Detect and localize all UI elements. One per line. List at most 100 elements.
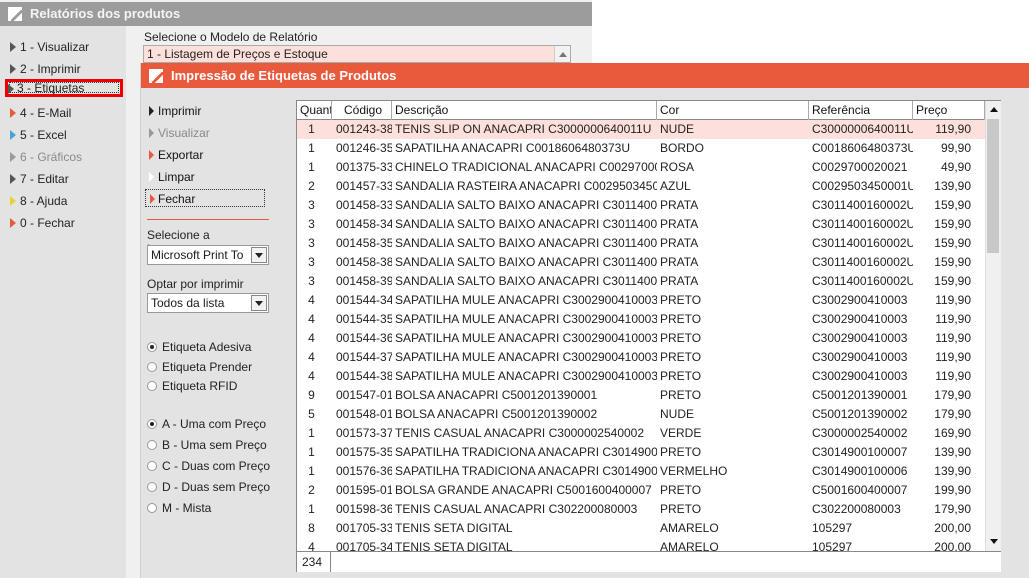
table-row[interactable]: 4 001544-34 SAPATILHA MULE ANACAPRI C30029… — [297, 291, 985, 310]
column-header[interactable]: Descrição — [392, 101, 657, 120]
table-row[interactable]: 1 001573-37 TENIS CASUAL ANACAPRI C3000002… — [297, 424, 985, 443]
table-row[interactable]: 1 001246-35 SAPATILHA ANACAPRI C0018606480… — [297, 139, 985, 158]
table-row[interactable]: 4 001705-34 TENIS SETA DIGITAL AMARELO 10529… — [297, 538, 985, 551]
table-cell: 139,90 — [934, 464, 971, 478]
chevron-down-icon[interactable] — [251, 295, 267, 311]
table-cell: TENIS CASUAL ANACAPRI C302200080003 — [395, 502, 638, 516]
nav-item[interactable]: 6 - Gráficos — [8, 148, 122, 166]
table-cell: SANDALIA SALTO BAIXO ANACAPRI C301140016… — [395, 255, 657, 269]
price-mode-radio[interactable]: A - Uma com Preço — [147, 416, 266, 432]
printer-select-value: Microsoft Print To — [151, 248, 244, 262]
table-row[interactable]: 4 001544-38 SAPATILHA MULE ANACAPRI C30029… — [297, 367, 985, 386]
clear-button[interactable]: Limpar — [149, 168, 195, 186]
nav-item[interactable]: 4 - E-Mail — [8, 104, 122, 122]
table-row[interactable]: 2 001457-33 SANDALIA RASTEIRA ANACAPRI C00… — [297, 177, 985, 196]
price-mode-radio[interactable]: M - Mista — [147, 500, 211, 516]
preview-button[interactable]: Visualizar — [149, 124, 210, 142]
table-cell: SAPATILHA MULE ANACAPRI C3002900410003 — [395, 369, 657, 383]
table-cell: 001575-35 — [336, 445, 392, 459]
price-mode-radio[interactable]: C - Duas com Preço — [147, 458, 270, 474]
column-header[interactable]: Cor — [657, 101, 809, 120]
table-row[interactable]: 8 001705-33 TENIS SETA DIGITAL AMARELO 10529… — [297, 519, 985, 538]
table-cell: 1 — [308, 122, 315, 136]
table-cell: 49,90 — [940, 160, 971, 174]
table-row[interactable]: 2 001595-01 BOLSA GRANDE ANACAPRI C5001600… — [297, 481, 985, 500]
nav-item[interactable]: 1 - Visualizar — [8, 38, 122, 56]
nav-item[interactable]: 8 - Ajuda — [8, 192, 122, 210]
label-type-radio[interactable]: Etiqueta Adesiva — [147, 339, 251, 355]
table-cell: 159,90 — [934, 236, 971, 250]
arrow-right-icon — [150, 194, 155, 204]
table-cell: PRETO — [660, 293, 702, 307]
arrow-right-icon — [10, 196, 16, 206]
labels-grid[interactable]: Quant Código Descrição Cor Referência Preço 1… — [296, 100, 1001, 572]
scroll-up-icon[interactable] — [554, 46, 570, 62]
chevron-down-icon[interactable] — [251, 247, 267, 263]
column-header[interactable]: Quant — [297, 101, 332, 120]
table-cell: C0029503450001U — [812, 179, 913, 193]
nav-item-label: 5 - Excel — [20, 128, 67, 142]
model-select[interactable]: 1 - Listagem de Preços e Estoque — [143, 45, 571, 63]
price-mode-radio[interactable]: D - Duas sem Preço — [147, 479, 270, 495]
printer-select[interactable]: Microsoft Print To — [147, 245, 269, 265]
table-row[interactable]: 3 001458-34 SANDALIA SALTO BAIXO ANACAPRI … — [297, 215, 985, 234]
radio-icon — [147, 440, 157, 450]
nav-item[interactable]: 3 - Etiquetas — [5, 79, 123, 97]
column-header[interactable]: Preço — [913, 101, 985, 120]
nav-item-label: 6 - Gráficos — [20, 150, 83, 164]
scroll-up-icon[interactable] — [987, 102, 1000, 118]
nav-item[interactable]: 7 - Editar — [8, 170, 122, 188]
export-button[interactable]: Exportar — [149, 146, 203, 164]
table-cell: C3000000640011U — [812, 122, 913, 136]
table-row[interactable]: 4 001544-36 SAPATILHA MULE ANACAPRI C30029… — [297, 329, 985, 348]
grid-footer: 234 — [297, 551, 1001, 572]
nav-item-label: 0 - Fechar — [20, 216, 75, 230]
model-select-value: 1 - Listagem de Preços e Estoque — [147, 47, 328, 61]
reports-window-title: Relatórios dos produtos — [0, 2, 592, 26]
table-row[interactable]: 3 001458-38 SANDALIA SALTO BAIXO ANACAPRI … — [297, 253, 985, 272]
label-type-radio[interactable]: Etiqueta RFID — [147, 378, 237, 394]
table-cell: SAPATILHA MULE ANACAPRI C3002900410003 — [395, 331, 657, 345]
table-cell: 200,00 — [934, 521, 971, 535]
table-row[interactable]: 4 001544-35 SAPATILHA MULE ANACAPRI C30029… — [297, 310, 985, 329]
table-row[interactable]: 5 001548-01 BOLSA ANACAPRI C5001201390002 N… — [297, 405, 985, 424]
table-cell: 4 — [308, 350, 315, 364]
table-cell: 179,90 — [934, 407, 971, 421]
table-cell: C3014900100007 — [812, 445, 908, 459]
nav-item[interactable]: 0 - Fechar — [8, 214, 122, 232]
table-cell: 2 — [308, 483, 315, 497]
table-row[interactable]: 3 001458-35 SANDALIA SALTO BAIXO ANACAPRI … — [297, 234, 985, 253]
grid-scrollbar[interactable] — [985, 101, 1001, 551]
table-row[interactable]: 3 001458-39 SANDALIA SALTO BAIXO ANACAPRI … — [297, 272, 985, 291]
table-cell: SAPATILHA ANACAPRI C0018606480373U — [395, 141, 631, 155]
table-row[interactable]: 3 001458-33 SANDALIA SALTO BAIXO ANACAPRI … — [297, 196, 985, 215]
column-header[interactable]: Referência — [809, 101, 913, 120]
table-cell: 4 — [308, 293, 315, 307]
scrollbar-thumb[interactable] — [987, 119, 999, 253]
table-row[interactable]: 1 001243-38 TENIS SLIP ON ANACAPRI C300000… — [297, 120, 985, 139]
table-cell: 001458-39 — [336, 274, 392, 288]
total-quantity: 234 — [297, 552, 331, 572]
table-row[interactable]: 4 001544-37 SAPATILHA MULE ANACAPRI C30029… — [297, 348, 985, 367]
table-cell: 001548-01 — [336, 407, 392, 421]
table-cell: C3011400160002U — [812, 217, 913, 231]
print-option-select[interactable]: Todos da lista — [147, 293, 269, 313]
table-row[interactable]: 1 001576-36 SAPATILHA TRADICIONA ANACAPRI … — [297, 462, 985, 481]
column-header[interactable]: Código — [332, 101, 392, 120]
nav-item[interactable]: 5 - Excel — [8, 126, 122, 144]
print-button[interactable]: Imprimir — [149, 102, 201, 120]
table-row[interactable]: 9 001547-01 BOLSA ANACAPRI C5001201390001 P… — [297, 386, 985, 405]
close-button[interactable]: Fechar — [145, 189, 265, 207]
arrow-right-icon — [149, 150, 154, 160]
table-cell: 139,90 — [934, 445, 971, 459]
price-mode-radio[interactable]: B - Uma sem Preço — [147, 437, 267, 453]
table-row[interactable]: 1 001375-33 CHINELO TRADICIONAL ANACAPRI C… — [297, 158, 985, 177]
scroll-down-icon[interactable] — [987, 534, 1000, 550]
table-cell: C0029700020021 — [812, 160, 908, 174]
label-type-radio[interactable]: Etiqueta Prender — [147, 359, 252, 375]
table-cell: SAPATILHA MULE ANACAPRI C3002900410003 — [395, 293, 657, 307]
table-row[interactable]: 1 001598-36 TENIS CASUAL ANACAPRI C3022000… — [297, 500, 985, 519]
nav-item[interactable]: 2 - Imprimir — [8, 60, 122, 78]
table-cell: NUDE — [660, 407, 695, 421]
table-row[interactable]: 1 001575-35 SAPATILHA TRADICIONA ANACAPRI … — [297, 443, 985, 462]
